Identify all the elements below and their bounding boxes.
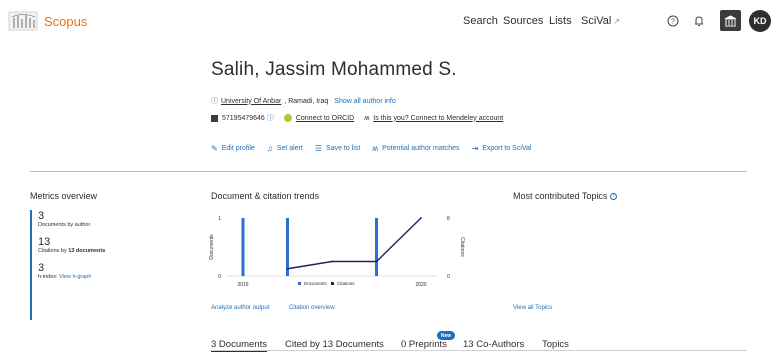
affiliation-link[interactable]: University Of Anbar (221, 98, 281, 105)
legend-documents-label: Documents (304, 281, 328, 286)
tabs-underline (211, 350, 747, 351)
documents-bar (286, 218, 289, 276)
identifier-row: 57195479646 ⓘ Connect to ORCID ʍ Is this… (211, 113, 503, 123)
y2-tick-label: 0 (447, 274, 450, 280)
affiliation-location: , Ramadi, Iraq (284, 97, 329, 105)
y-axis-label: Documents (209, 234, 215, 260)
y2-axis-label: Citations (459, 237, 465, 257)
citations-point (331, 260, 333, 263)
document-citation-trend-chart: 1 0 8 0 Documents Citations 2016 2020 Documents C… (209, 216, 465, 288)
affiliation-row: ⓘ University Of Anbar , Ramadi, Iraq Sho… (211, 96, 396, 106)
y-tick-label: 1 (218, 216, 221, 222)
elsevier-logo-icon[interactable] (8, 10, 38, 32)
analyze-author-output-link[interactable]: Analyze author output (211, 305, 269, 311)
bell-icon[interactable] (690, 12, 708, 30)
most-contributed-topics-title: Most contributed Topics i (513, 191, 618, 201)
save-to-list-label: Save to list (326, 145, 361, 152)
tab-co-authors[interactable]: 13 Co-Authors (463, 339, 524, 350)
nav-scival[interactable]: SciVal ↗ (581, 15, 620, 27)
view-h-graph-link[interactable]: View h-graph (59, 274, 91, 280)
nav-sources[interactable]: Sources (503, 15, 543, 27)
mendeley-icon: ʍ (364, 114, 370, 122)
y2-tick-label: 8 (447, 216, 450, 222)
scopus-logo-text[interactable]: Scopus (44, 14, 87, 29)
citations-count: 13 (38, 236, 51, 248)
export-to-scival-button[interactable]: ⇥ Export to SciVal (472, 144, 532, 153)
tab-preprints[interactable]: 0 Preprints (401, 339, 447, 350)
orcid-icon (283, 114, 292, 122)
nav-search[interactable]: Search (463, 15, 498, 27)
potential-author-matches-label: Potential author matches (382, 145, 460, 152)
citations-point (286, 267, 289, 270)
potential-author-matches-button[interactable]: ʍ Potential author matches (372, 144, 459, 153)
chart-title: Document & citation trends (211, 191, 320, 201)
help-icon[interactable]: ? (664, 12, 682, 30)
x-tick-label: 2020 (415, 282, 426, 288)
topics-info-icon[interactable]: i (610, 192, 618, 200)
id-card-icon (211, 114, 218, 122)
save-to-list-button[interactable]: ☰ Save to list (315, 144, 360, 153)
citations-documents-count: 13 documents (68, 248, 106, 254)
people-icon: ʍ (372, 144, 379, 153)
h-index-value: 3 (38, 262, 45, 274)
topics-title-text: Most contributed Topics (513, 191, 608, 201)
legend-documents-swatch (298, 282, 301, 285)
metrics-panel: 3 Documents by author 13 Citations by 13… (30, 210, 190, 320)
show-all-author-info-link[interactable]: Show all author info (334, 98, 395, 105)
svg-text:?: ? (671, 19, 675, 26)
y-tick-label: 0 (218, 274, 221, 280)
citations-label-text: Citations by (38, 248, 69, 254)
author-actions: ✎ Edit profile ♫ Set alert ☰ Save to list ʍ… (211, 144, 543, 153)
documents-bar (375, 218, 378, 276)
set-alert-button[interactable]: ♫ Set alert (267, 144, 303, 153)
metrics-overview-title: Metrics overview (30, 191, 98, 201)
section-divider (30, 171, 747, 172)
legend-citations-label: Citations (337, 281, 355, 286)
top-header: Scopus Search Sources Lists SciVal ↗ ? KD (0, 0, 774, 44)
citations-point (375, 260, 378, 263)
bell-outline-icon: ♫ (266, 144, 273, 153)
nav-lists[interactable]: Lists (549, 15, 572, 27)
citations-line (287, 217, 422, 270)
edit-profile-label: Edit profile (221, 145, 255, 152)
tab-cited-by[interactable]: Cited by 13 Documents (285, 339, 384, 350)
documents-label: Documents by author (38, 222, 91, 228)
citations-label: Citations by 13 documents (38, 248, 190, 254)
pencil-icon: ✎ (211, 144, 218, 153)
nav-scival-label: SciVal (581, 15, 612, 27)
set-alert-label: Set alert (276, 145, 303, 152)
export-to-scival-label: Export to SciVal (482, 145, 532, 152)
citations-point (420, 217, 422, 219)
export-icon: ⇥ (471, 144, 479, 153)
h-index-row: h-index: View h-graph (38, 274, 190, 280)
tab-topics[interactable]: Topics (542, 339, 569, 350)
x-tick-label: 2016 (237, 282, 248, 288)
external-link-icon: ↗ (613, 17, 621, 26)
institution-icon[interactable] (720, 10, 741, 31)
view-all-topics-link[interactable]: View all Topics (513, 305, 552, 311)
list-icon: ☰ (314, 144, 323, 153)
documents-bar (241, 218, 245, 276)
edit-profile-button[interactable]: ✎ Edit profile (211, 144, 255, 153)
citation-overview-link[interactable]: Citation overview (289, 305, 335, 311)
user-avatar[interactable]: KD (749, 10, 771, 32)
info-icon: ⓘ (211, 98, 218, 105)
documents-count: 3 (38, 210, 45, 222)
id-info-icon[interactable]: ⓘ (267, 113, 274, 123)
connect-orcid-link[interactable]: Connect to ORCID (296, 115, 354, 122)
h-index-label: h-index: (38, 274, 58, 280)
mendeley-link[interactable]: Is this you? Connect to Mendeley account (373, 115, 503, 122)
author-name: Salih, Jassim Mohammed S. (211, 59, 457, 80)
author-id: 57195479646 (222, 114, 265, 122)
legend-citations-swatch (331, 282, 334, 285)
